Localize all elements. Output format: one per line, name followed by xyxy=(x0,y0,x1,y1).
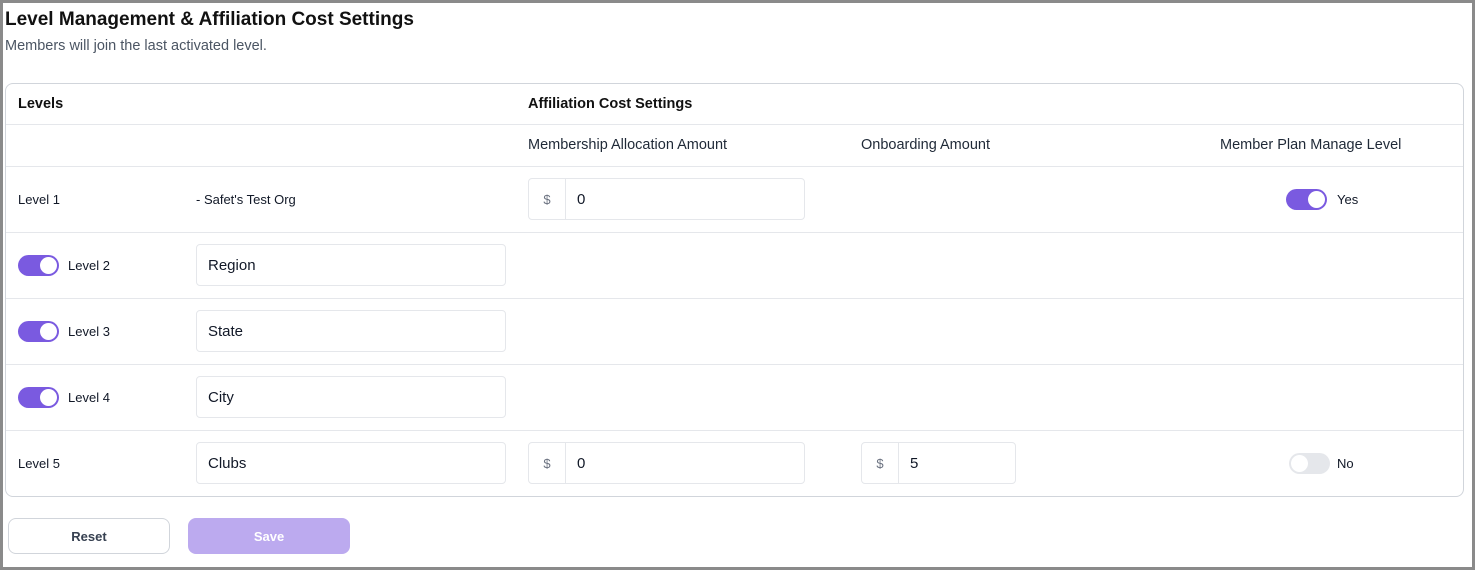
manage-level-value: Yes xyxy=(1337,192,1359,207)
levels-card: Levels Affiliation Cost Settings Members… xyxy=(5,83,1464,497)
manage-level-value: No xyxy=(1337,456,1354,471)
level-name-input[interactable] xyxy=(196,310,506,352)
section-header-row: Levels Affiliation Cost Settings xyxy=(6,84,1463,125)
level-label: Level 2 xyxy=(68,258,110,273)
level-name-input[interactable] xyxy=(196,244,506,286)
onboarding-amount-field[interactable]: $ xyxy=(861,442,1016,484)
level-row: Level 4 xyxy=(6,365,1463,431)
level-toggle[interactable] xyxy=(18,387,59,408)
membership-allocation-input[interactable] xyxy=(566,179,804,219)
level-row: Level 5 $ $ No xyxy=(6,431,1463,497)
page-title: Level Management & Affiliation Cost Sett… xyxy=(5,9,414,30)
membership-allocation-field[interactable]: $ xyxy=(528,442,805,484)
manage-level-toggle[interactable] xyxy=(1286,189,1327,210)
level-label: Level 5 xyxy=(18,456,60,471)
onboarding-amount-input[interactable] xyxy=(899,443,1015,483)
toggle-knob xyxy=(1308,191,1325,208)
manage-level-toggle[interactable] xyxy=(1289,453,1330,474)
dollar-icon: $ xyxy=(529,443,566,483)
member-plan-manage-header: Member Plan Manage Level xyxy=(1220,137,1402,153)
level-toggle[interactable] xyxy=(18,321,59,342)
affiliation-header: Affiliation Cost Settings xyxy=(528,96,693,112)
toggle-knob xyxy=(40,257,57,274)
level-name-input[interactable] xyxy=(196,376,506,418)
dollar-icon: $ xyxy=(862,443,899,483)
level-row: Level 3 xyxy=(6,299,1463,365)
toggle-knob xyxy=(1291,455,1308,472)
membership-allocation-field[interactable]: $ xyxy=(528,178,805,220)
level-toggle[interactable] xyxy=(18,255,59,276)
reset-button[interactable]: Reset xyxy=(8,518,170,554)
page-subtitle: Members will join the last activated lev… xyxy=(5,38,267,54)
level-row: Level 2 xyxy=(6,233,1463,299)
level-label: Level 1 xyxy=(18,192,60,207)
membership-allocation-input[interactable] xyxy=(566,443,804,483)
onboarding-header: Onboarding Amount xyxy=(861,137,990,153)
level-name-input[interactable] xyxy=(196,442,506,484)
dollar-icon: $ xyxy=(529,179,566,219)
membership-allocation-header: Membership Allocation Amount xyxy=(528,137,728,153)
toggle-knob xyxy=(40,389,57,406)
levels-header: Levels xyxy=(18,96,64,112)
save-button[interactable]: Save xyxy=(188,518,350,554)
level-label: Level 4 xyxy=(68,390,110,405)
toggle-knob xyxy=(40,323,57,340)
column-header-row: Membership Allocation Amount Onboarding … xyxy=(6,125,1463,167)
level-row: Level 1 - Safet's Test Org $ Yes xyxy=(6,167,1463,233)
level-label: Level 3 xyxy=(68,324,110,339)
org-name: - Safet's Test Org xyxy=(196,192,296,207)
